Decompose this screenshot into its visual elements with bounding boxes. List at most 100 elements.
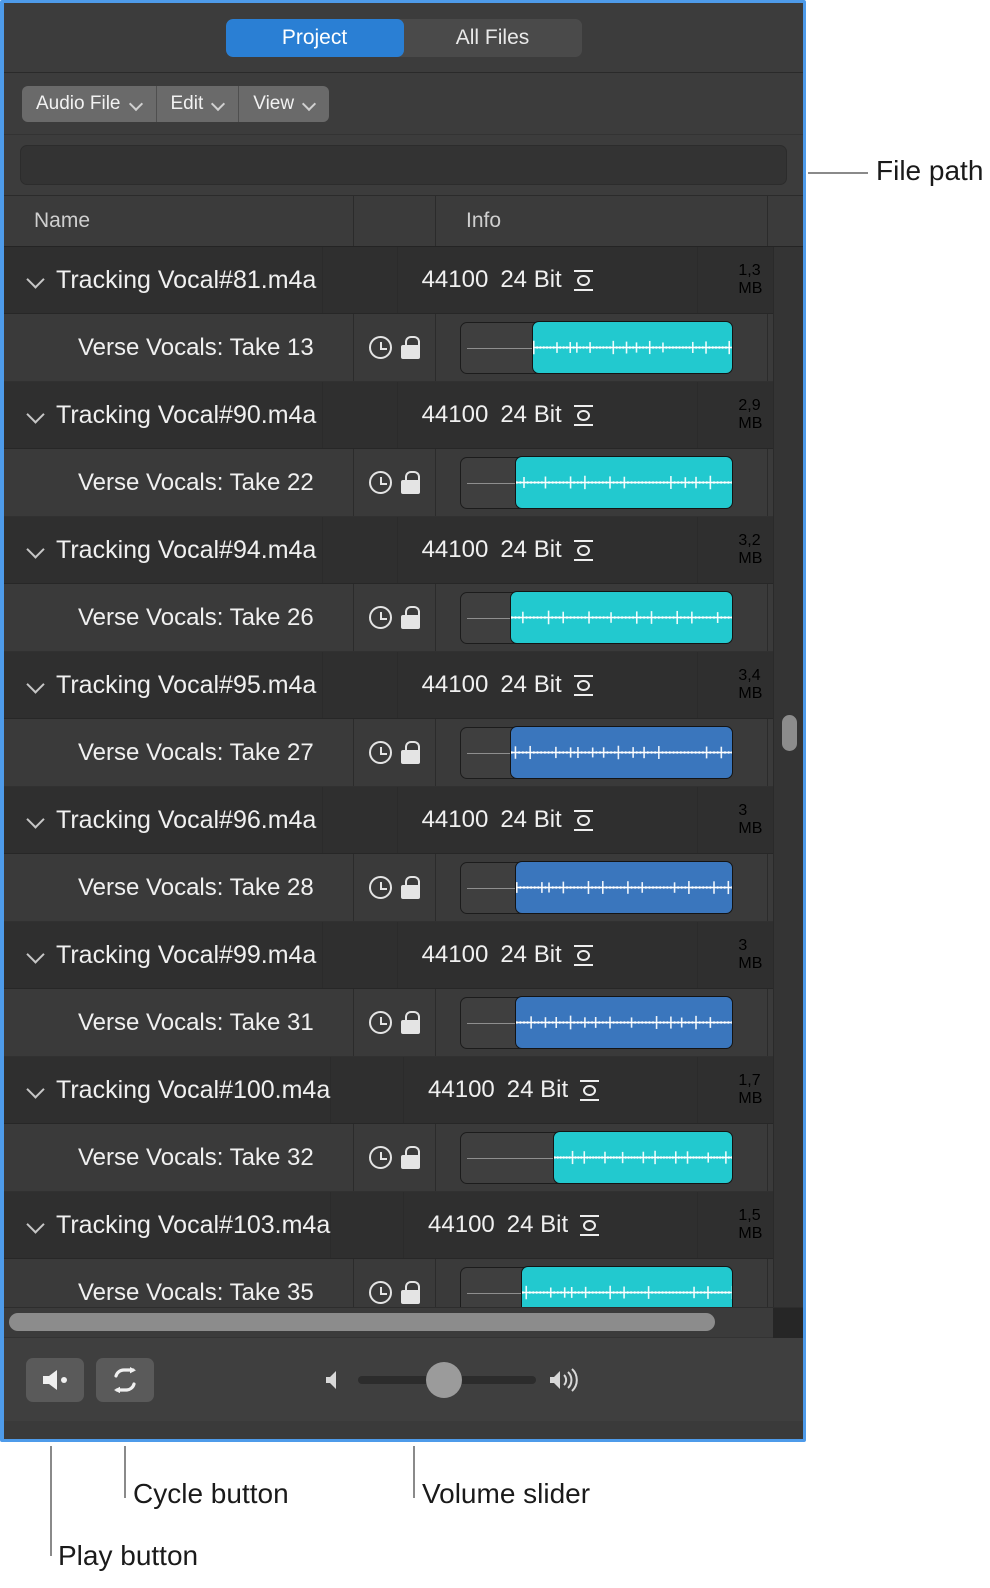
chevron-down-icon[interactable]: [26, 1215, 46, 1235]
clock-icon[interactable]: [369, 471, 392, 494]
take-waveform-cell[interactable]: [436, 584, 768, 651]
region-selection[interactable]: [509, 591, 733, 644]
table-row[interactable]: Tracking Vocal#95.m4a4410024 Bit3,4 MB': [4, 652, 803, 719]
chevron-down-icon[interactable]: [26, 810, 46, 830]
chevron-down-icon[interactable]: [26, 1080, 46, 1100]
take-waveform-cell[interactable]: [436, 1259, 768, 1307]
table-row[interactable]: Tracking Vocal#96.m4a4410024 Bit3 MB': [4, 787, 803, 854]
vertical-scrollbar-thumb[interactable]: [782, 715, 797, 751]
chevron-down-icon[interactable]: [26, 270, 46, 290]
take-waveform-cell[interactable]: [436, 449, 768, 516]
take-row[interactable]: Verse Vocals: Take 22: [4, 449, 803, 517]
table-row[interactable]: Tracking Vocal#100.m4a4410024 Bit1,7 MB': [4, 1057, 803, 1124]
horizontal-scrollbar[interactable]: [4, 1307, 803, 1338]
audio-region[interactable]: [460, 1266, 733, 1307]
audio-region[interactable]: [460, 726, 733, 779]
tab-all-files[interactable]: All Files: [403, 18, 582, 57]
take-waveform-cell[interactable]: [436, 719, 768, 786]
take-row[interactable]: Verse Vocals: Take 31: [4, 989, 803, 1057]
lock-icon[interactable]: [401, 606, 420, 629]
file-name-cell[interactable]: Tracking Vocal#94.m4a: [4, 517, 324, 583]
volume-slider[interactable]: [322, 1361, 588, 1398]
file-name-cell[interactable]: Tracking Vocal#103.m4a: [4, 1192, 332, 1258]
clock-icon[interactable]: [369, 1011, 392, 1034]
lock-icon[interactable]: [401, 1146, 420, 1169]
column-header-extra[interactable]: [768, 196, 803, 246]
take-name-cell[interactable]: Verse Vocals: Take 35: [4, 1259, 354, 1307]
take-row[interactable]: Verse Vocals: Take 28: [4, 854, 803, 922]
take-name-cell[interactable]: Verse Vocals: Take 13: [4, 314, 354, 381]
audio-region[interactable]: [460, 321, 733, 374]
clock-icon[interactable]: [369, 336, 392, 359]
chevron-down-icon[interactable]: [26, 675, 46, 695]
column-header-info[interactable]: Info: [436, 196, 768, 246]
audio-region[interactable]: [460, 456, 733, 509]
take-waveform-cell[interactable]: [436, 989, 768, 1056]
clock-icon[interactable]: [369, 741, 392, 764]
clock-icon[interactable]: [369, 1146, 392, 1169]
chevron-down-icon[interactable]: [26, 540, 46, 560]
region-selection[interactable]: [509, 726, 733, 779]
file-path-field[interactable]: [20, 145, 787, 185]
audio-region[interactable]: [460, 1131, 733, 1184]
clock-icon[interactable]: [369, 1281, 392, 1304]
table-row[interactable]: Tracking Vocal#81.m4a4410024 Bit1,3 MB': [4, 247, 803, 314]
audio-region[interactable]: [460, 996, 733, 1049]
take-name-cell[interactable]: Verse Vocals: Take 26: [4, 584, 354, 651]
file-name-cell[interactable]: Tracking Vocal#96.m4a: [4, 787, 324, 853]
region-selection[interactable]: [531, 321, 733, 374]
table-row[interactable]: Tracking Vocal#99.m4a4410024 Bit3 MB': [4, 922, 803, 989]
file-name-cell[interactable]: Tracking Vocal#99.m4a: [4, 922, 324, 988]
file-size-label: 3 MB: [738, 937, 763, 972]
file-name-cell[interactable]: Tracking Vocal#81.m4a: [4, 247, 324, 313]
lock-icon[interactable]: [401, 876, 420, 899]
region-selection[interactable]: [553, 1131, 733, 1184]
file-name-cell[interactable]: Tracking Vocal#100.m4a: [4, 1057, 332, 1123]
column-header-name[interactable]: Name: [4, 196, 354, 246]
menu-edit[interactable]: Edit: [156, 85, 240, 122]
horizontal-scrollbar-thumb[interactable]: [9, 1313, 715, 1331]
region-selection[interactable]: [520, 1266, 733, 1307]
chevron-down-icon[interactable]: [26, 405, 46, 425]
clock-icon[interactable]: [369, 606, 392, 629]
audio-region[interactable]: [460, 591, 733, 644]
region-selection[interactable]: [515, 456, 733, 509]
take-name-cell[interactable]: Verse Vocals: Take 22: [4, 449, 354, 516]
clock-icon[interactable]: [369, 876, 392, 899]
play-button[interactable]: [26, 1357, 84, 1402]
cycle-button[interactable]: [96, 1357, 154, 1402]
file-name-cell[interactable]: Tracking Vocal#95.m4a: [4, 652, 324, 718]
table-row[interactable]: Tracking Vocal#103.m4a4410024 Bit1,5 MB': [4, 1192, 803, 1259]
volume-slider-knob[interactable]: [426, 1361, 462, 1398]
table-row[interactable]: Tracking Vocal#90.m4a4410024 Bit2,9 MB': [4, 382, 803, 449]
volume-slider-track[interactable]: [358, 1361, 536, 1398]
take-name-cell[interactable]: Verse Vocals: Take 28: [4, 854, 354, 921]
table-row[interactable]: Tracking Vocal#94.m4a4410024 Bit3,2 MB': [4, 517, 803, 584]
column-header-flags[interactable]: [354, 196, 436, 246]
take-name-cell[interactable]: Verse Vocals: Take 27: [4, 719, 354, 786]
chevron-down-icon[interactable]: [26, 945, 46, 965]
lock-icon[interactable]: [401, 1281, 420, 1304]
lock-icon[interactable]: [401, 1011, 420, 1034]
take-waveform-cell[interactable]: [436, 314, 768, 381]
take-waveform-cell[interactable]: [436, 1124, 768, 1191]
menu-audio-file[interactable]: Audio File: [22, 85, 157, 122]
region-selection[interactable]: [515, 996, 733, 1049]
file-name-cell[interactable]: Tracking Vocal#90.m4a: [4, 382, 324, 448]
vertical-scrollbar[interactable]: [773, 247, 803, 1307]
take-row[interactable]: Verse Vocals: Take 35: [4, 1259, 803, 1307]
audio-region[interactable]: [460, 861, 733, 914]
take-row[interactable]: Verse Vocals: Take 13: [4, 314, 803, 382]
take-row[interactable]: Verse Vocals: Take 26: [4, 584, 803, 652]
lock-icon[interactable]: [401, 741, 420, 764]
take-waveform-cell[interactable]: [436, 854, 768, 921]
take-name-cell[interactable]: Verse Vocals: Take 31: [4, 989, 354, 1056]
take-name-cell[interactable]: Verse Vocals: Take 32: [4, 1124, 354, 1191]
region-selection[interactable]: [515, 861, 733, 914]
lock-icon[interactable]: [401, 336, 420, 359]
take-row[interactable]: Verse Vocals: Take 32: [4, 1124, 803, 1192]
tab-project[interactable]: Project: [225, 18, 404, 57]
take-row[interactable]: Verse Vocals: Take 27: [4, 719, 803, 787]
menu-view[interactable]: View: [239, 85, 330, 122]
lock-icon[interactable]: [401, 471, 420, 494]
